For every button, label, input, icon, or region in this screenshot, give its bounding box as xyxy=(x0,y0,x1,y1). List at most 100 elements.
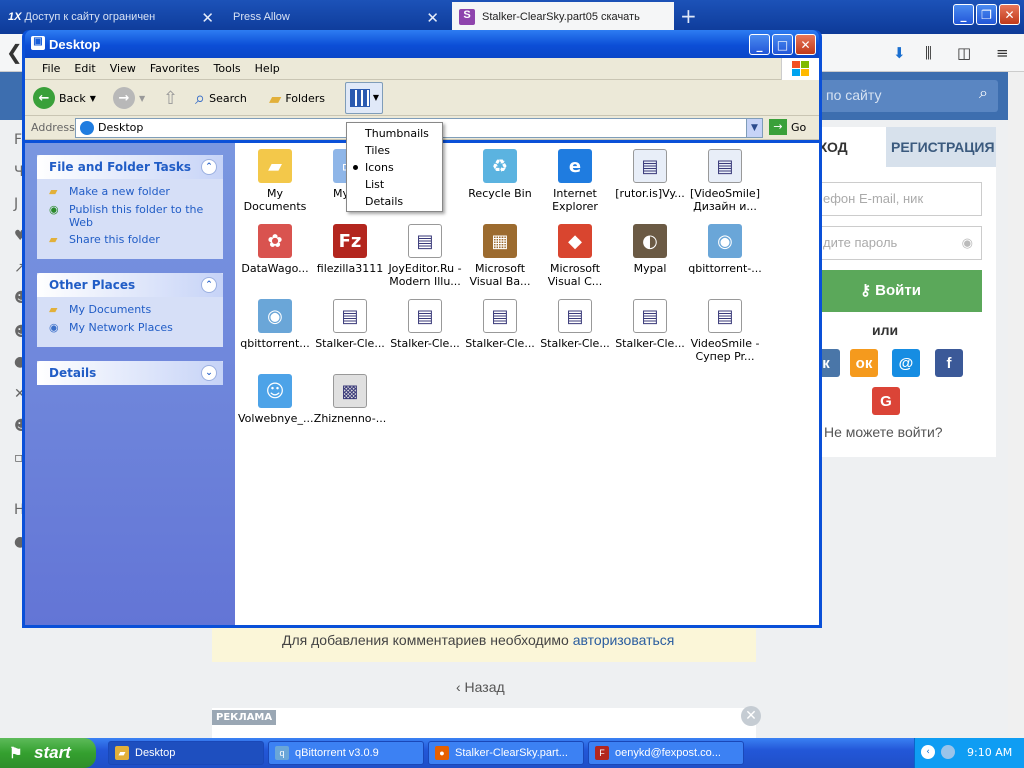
menu-icon[interactable]: ≡ xyxy=(996,44,1009,62)
mailru-icon[interactable]: @ xyxy=(892,349,920,377)
menu-tools[interactable]: Tools xyxy=(207,62,248,79)
desktop-file-item[interactable]: ▤ Stalker-Cle... xyxy=(313,295,387,350)
desktop-file-item[interactable]: Fz filezilla3111 xyxy=(313,220,387,275)
search-button[interactable]: ⌕ Search xyxy=(195,84,247,112)
chevron-down-icon[interactable]: ▼ xyxy=(139,94,145,103)
back-arrow-icon[interactable]: ❮ xyxy=(6,40,23,64)
desktop-file-item[interactable]: ▤ Stalker-Cle... xyxy=(613,295,687,350)
close-icon[interactable]: ✕ xyxy=(999,4,1020,25)
expand-icon[interactable]: ⌄ xyxy=(201,365,217,381)
back-link[interactable]: ‹ Назад xyxy=(456,679,505,695)
task-desktop[interactable]: ▰ Desktop xyxy=(108,741,264,765)
menu-help[interactable]: Help xyxy=(248,62,287,79)
browser-tab-3[interactable]: S Stalker-ClearSky.part05 скачать xyxy=(452,2,674,32)
password-field[interactable]: дите пароль ◉ xyxy=(816,226,982,260)
view-icons[interactable]: Icons xyxy=(347,159,442,176)
chevron-down-icon[interactable]: ▼ xyxy=(746,119,762,137)
left-icon[interactable]: F xyxy=(14,132,22,148)
file-label-line1: qbittorrent... xyxy=(240,337,310,350)
details-header[interactable]: Details ⌄ xyxy=(37,361,223,385)
chevron-down-icon[interactable]: ▼ xyxy=(90,94,96,103)
desktop-file-item[interactable]: ◐ Mypal xyxy=(613,220,687,275)
tab-close-icon[interactable]: ✕ xyxy=(201,9,214,27)
doc-icon: ▤ xyxy=(558,299,592,333)
file-folder-tasks-header[interactable]: File and Folder Tasks ⌃ xyxy=(37,155,223,179)
start-button[interactable]: ⚑ start xyxy=(0,738,96,768)
desktop-file-item[interactable]: ▩ Zhiznenno-... xyxy=(313,370,387,425)
task-filezilla[interactable]: F oenykd@fexpost.co... xyxy=(588,741,744,765)
tray-collapse-icon[interactable]: ‹ xyxy=(921,745,935,759)
file-label-line1: Internet xyxy=(553,187,597,200)
desktop-file-item[interactable]: ☺ Volwebnye_... xyxy=(238,370,313,425)
minimize-icon[interactable]: _ xyxy=(953,4,974,25)
library-icon[interactable]: ⫼ xyxy=(925,44,932,62)
task-make-folder[interactable]: ▰ Make a new folder xyxy=(49,185,211,199)
site-search-input[interactable]: к по сайту ⌕ xyxy=(806,80,998,112)
qbittorrent-tray-icon[interactable] xyxy=(941,745,955,759)
collapse-icon[interactable]: ⌃ xyxy=(201,277,217,293)
other-places-header[interactable]: Other Places ⌃ xyxy=(37,273,223,297)
view-tiles[interactable]: Tiles xyxy=(347,142,442,159)
desktop-file-item[interactable]: ▤ [rutor.is]Vy... xyxy=(613,145,687,200)
task-publish-web[interactable]: ◉ Publish this folder to the Web xyxy=(49,203,211,229)
maximize-icon[interactable]: □ xyxy=(772,34,793,55)
browser-tab-1[interactable]: 1X Доступ к сайту ограничен ✕ xyxy=(0,2,222,32)
menu-view[interactable]: View xyxy=(103,62,143,79)
forward-button[interactable]: → ▼ xyxy=(113,84,145,112)
desktop-file-item[interactable]: ▦ Microsoft Visual Ba... xyxy=(463,220,537,288)
back-button[interactable]: ← Back ▼ xyxy=(33,84,96,112)
cant-login-link[interactable]: Не можете войти? xyxy=(824,424,943,440)
menu-edit[interactable]: Edit xyxy=(67,62,102,79)
desktop-file-item[interactable]: ▰ My Documents xyxy=(238,145,312,213)
place-my-network[interactable]: ◉ My Network Places xyxy=(49,321,211,335)
new-tab-button[interactable]: + xyxy=(680,4,697,28)
file-label-line1: Zhiznenno-... xyxy=(313,412,387,425)
desktop-file-item[interactable]: ▤ Stalker-Cle... xyxy=(388,295,462,350)
authorize-link[interactable]: авторизоваться xyxy=(573,632,675,648)
views-button[interactable]: ▼ xyxy=(345,82,383,114)
folders-button[interactable]: ▰ Folders xyxy=(269,84,325,112)
login-button[interactable]: ⚷ Войти xyxy=(816,270,982,312)
desktop-file-item[interactable]: ♻ Recycle Bin xyxy=(463,145,537,200)
google-icon[interactable]: G xyxy=(872,387,900,415)
go-button[interactable]: → Go xyxy=(769,119,806,135)
left-icon[interactable]: Ј xyxy=(14,196,18,212)
explorer-titlebar[interactable]: ▣ Desktop _ □ ✕ xyxy=(25,30,819,58)
ad-close-icon[interactable]: ✕ xyxy=(741,706,761,726)
restore-icon[interactable]: ❐ xyxy=(976,4,997,25)
task-firefox[interactable]: ● Stalker-ClearSky.part... xyxy=(428,741,584,765)
place-my-documents[interactable]: ▰ My Documents xyxy=(49,303,211,317)
collapse-icon[interactable]: ⌃ xyxy=(201,159,217,175)
desktop-file-item[interactable]: ◉ qbittorrent-... xyxy=(688,220,762,275)
eye-icon[interactable]: ◉ xyxy=(962,235,973,251)
page-scrollbar[interactable] xyxy=(1008,72,1024,738)
task-qbittorrent[interactable]: q qBittorrent v3.0.9 xyxy=(268,741,424,765)
tab-close-icon[interactable]: ✕ xyxy=(426,9,439,27)
desktop-file-item[interactable]: ▤ Stalker-Cle... xyxy=(538,295,612,350)
login-field[interactable]: ефон E-mail, ник xyxy=(816,182,982,216)
sidebar-icon[interactable]: ◫ xyxy=(957,44,971,62)
view-thumbnails[interactable]: Thumbnails xyxy=(347,125,442,142)
search-icon[interactable]: ⌕ xyxy=(979,85,988,103)
menu-favorites[interactable]: Favorites xyxy=(143,62,207,79)
desktop-file-item[interactable]: ▤ JoyEditor.Ru - Modern Illu... xyxy=(388,220,462,288)
view-details[interactable]: Details xyxy=(347,193,442,210)
tab-register[interactable]: РЕГИСТРАЦИЯ xyxy=(886,127,996,167)
desktop-file-item[interactable]: e Internet Explorer xyxy=(538,145,612,213)
task-share-folder[interactable]: ▰ Share this folder xyxy=(49,233,211,247)
odnoklassniki-icon[interactable]: ок xyxy=(850,349,878,377)
desktop-file-item[interactable]: ▤ VideoSmile - Супер Pr... xyxy=(688,295,762,363)
desktop-file-item[interactable]: ✿ DataWago... xyxy=(238,220,312,275)
desktop-file-item[interactable]: ◆ Microsoft Visual C... xyxy=(538,220,612,288)
minimize-icon[interactable]: _ xyxy=(749,34,770,55)
desktop-file-item[interactable]: ▤ [VideoSmile] Дизайн и... xyxy=(688,145,762,213)
desktop-file-item[interactable]: ◉ qbittorrent... xyxy=(238,295,312,350)
up-button[interactable]: ⇧ xyxy=(163,84,178,112)
download-icon[interactable]: ⬇ xyxy=(893,44,906,62)
facebook-icon[interactable]: f xyxy=(935,349,963,377)
menu-file[interactable]: File xyxy=(35,62,67,79)
close-icon[interactable]: ✕ xyxy=(795,34,816,55)
desktop-file-item[interactable]: ▤ Stalker-Cle... xyxy=(463,295,537,350)
view-list[interactable]: List xyxy=(347,176,442,193)
browser-tab-2[interactable]: Press Allow ✕ xyxy=(225,2,447,32)
